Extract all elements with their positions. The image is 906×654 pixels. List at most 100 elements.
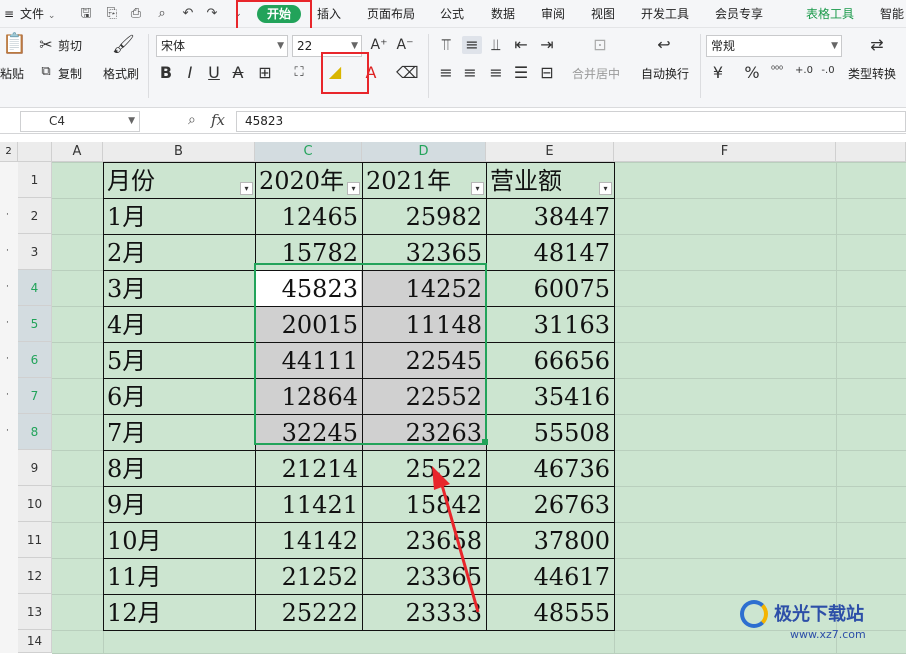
value-cell[interactable]: 20015 (255, 309, 362, 342)
value-cell[interactable]: 23658 (362, 525, 486, 558)
outline-level-button[interactable]: 2 (0, 142, 18, 162)
indent-decrease-icon[interactable]: ⇤ (512, 36, 530, 54)
value-cell[interactable]: 25982 (362, 201, 486, 234)
value-cell[interactable]: 32365 (362, 237, 486, 270)
value-cell[interactable]: 21252 (255, 561, 362, 594)
align-top-icon[interactable]: ⫪ (438, 36, 454, 54)
cell-style-icon[interactable]: ⛶ (290, 64, 308, 82)
value-cell[interactable]: 31163 (486, 309, 614, 342)
align-middle-icon[interactable]: ≡ (462, 36, 482, 54)
value-cell[interactable]: 23333 (362, 597, 486, 630)
row-header-7[interactable]: 7 (18, 378, 52, 414)
row-header-4[interactable]: 4 (18, 270, 52, 306)
month-cell[interactable]: 10月 (103, 525, 255, 558)
tab-page-layout[interactable]: 页面布局 (367, 0, 415, 28)
month-cell[interactable]: 9月 (103, 489, 255, 522)
filter-dropdown-icon[interactable]: ▾ (599, 182, 612, 195)
month-cell[interactable]: 6月 (103, 381, 255, 414)
value-cell[interactable]: 55508 (486, 417, 614, 450)
tab-review[interactable]: 审阅 (541, 0, 565, 28)
value-cell[interactable]: 35416 (486, 381, 614, 414)
copy-icon[interactable]: ⧉ (38, 63, 54, 81)
value-cell[interactable]: 46736 (486, 453, 614, 486)
value-cell[interactable]: 22552 (362, 381, 486, 414)
italic-icon[interactable]: I (182, 64, 198, 82)
paste-icon[interactable]: 📋 (2, 33, 27, 53)
redo-icon[interactable]: ↷ (204, 5, 220, 23)
value-cell[interactable]: 15782 (255, 237, 362, 270)
value-cell[interactable]: 12465 (255, 201, 362, 234)
column-header-g[interactable] (836, 142, 906, 162)
fx-icon[interactable]: fx (211, 111, 225, 129)
merge-center-button[interactable]: 合并居中 (572, 66, 620, 82)
column-header-b[interactable]: B (103, 142, 255, 162)
strikethrough-icon[interactable]: A (230, 64, 246, 82)
tab-formula[interactable]: 公式 (440, 0, 464, 28)
row-header-12[interactable]: 12 (18, 558, 52, 594)
value-cell[interactable]: 44617 (486, 561, 614, 594)
number-format-select[interactable]: 常规 ▼ (706, 35, 842, 57)
align-right-icon[interactable]: ≡ (488, 64, 504, 82)
align-center-icon[interactable]: ≡ (462, 64, 478, 82)
value-cell[interactable]: 38447 (486, 201, 614, 234)
month-cell[interactable]: 12月 (103, 597, 255, 630)
row-header-5[interactable]: 5 (18, 306, 52, 342)
value-cell[interactable]: 60075 (486, 273, 614, 306)
font-color-icon[interactable]: A (364, 64, 378, 82)
tab-insert[interactable]: 插入 (317, 0, 341, 28)
value-cell[interactable]: 25522 (362, 453, 486, 486)
header-cell-e[interactable]: 营业额 (486, 165, 614, 198)
header-cell-d[interactable]: 2021年 (362, 165, 486, 198)
merge-center-icon[interactable]: ⊡ (588, 36, 612, 54)
font-name-select[interactable]: 宋体 ▼ (156, 35, 288, 57)
month-cell[interactable]: 3月 (103, 273, 255, 306)
value-cell[interactable]: 14252 (362, 273, 486, 306)
month-cell[interactable]: 5月 (103, 345, 255, 378)
type-convert-button[interactable]: 类型转换 (848, 66, 896, 82)
tab-start[interactable]: 开始 (257, 5, 301, 23)
thousands-icon[interactable]: ⁰⁰⁰ (766, 62, 788, 80)
filter-dropdown-icon[interactable]: ▾ (471, 182, 484, 195)
undo-icon[interactable]: ↶ (180, 5, 196, 23)
value-cell[interactable]: 25222 (255, 597, 362, 630)
value-cell[interactable]: 45823 (255, 273, 362, 306)
column-header-d[interactable]: D (362, 142, 486, 162)
month-cell[interactable]: 2月 (103, 237, 255, 270)
value-cell[interactable]: 11421 (255, 489, 362, 522)
justify-icon[interactable]: ☰ (512, 64, 530, 82)
value-cell[interactable]: 48555 (486, 597, 614, 630)
tab-data[interactable]: 数据 (491, 0, 515, 28)
row-header-10[interactable]: 10 (18, 486, 52, 522)
header-cell-b[interactable]: 月份 (103, 165, 255, 198)
copy-button[interactable]: 复制 (58, 66, 82, 82)
format-painter-button[interactable]: 格式刷 (103, 66, 139, 82)
wrap-text-button[interactable]: 自动换行 (641, 66, 689, 82)
month-cell[interactable]: 1月 (103, 201, 255, 234)
value-cell[interactable]: 44111 (255, 345, 362, 378)
hamburger-icon[interactable]: ≡ (4, 0, 14, 28)
column-header-e[interactable]: E (486, 142, 614, 162)
select-all-corner[interactable] (18, 142, 52, 162)
row-header-8[interactable]: 8 (18, 414, 52, 450)
formula-input[interactable]: 45823 (236, 111, 906, 132)
scissors-icon[interactable]: ✂ (38, 36, 54, 54)
column-header-a[interactable]: A (52, 142, 103, 162)
filter-dropdown-icon[interactable]: ▾ (347, 182, 360, 195)
month-cell[interactable]: 11月 (103, 561, 255, 594)
filter-dropdown-icon[interactable]: ▾ (240, 182, 253, 195)
value-cell[interactable]: 12864 (255, 381, 362, 414)
value-cell[interactable]: 14142 (255, 525, 362, 558)
tab-member[interactable]: 会员专享 (715, 0, 763, 28)
value-cell[interactable]: 37800 (486, 525, 614, 558)
print-icon[interactable]: ⎙ (128, 5, 144, 23)
decrease-decimal-icon[interactable]: -.0 (818, 62, 838, 80)
export-pdf-icon[interactable]: ⎘ (104, 5, 120, 23)
increase-decimal-icon[interactable]: +.0 (794, 62, 814, 80)
value-cell[interactable]: 15842 (362, 489, 486, 522)
value-cell[interactable]: 48147 (486, 237, 614, 270)
decrease-font-icon[interactable]: A⁻ (396, 36, 414, 54)
month-cell[interactable]: 8月 (103, 453, 255, 486)
eraser-icon[interactable]: ⌫ (396, 64, 419, 82)
month-cell[interactable]: 7月 (103, 417, 255, 450)
value-cell[interactable]: 22545 (362, 345, 486, 378)
